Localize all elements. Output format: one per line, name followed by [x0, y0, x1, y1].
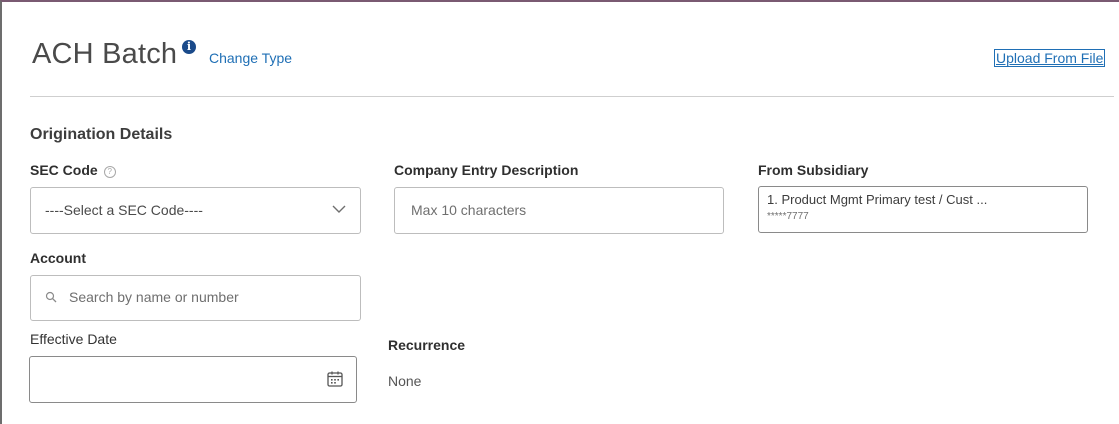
- account-search-placeholder: Search by name or number: [69, 289, 239, 305]
- from-subsidiary-label: From Subsidiary: [758, 162, 869, 178]
- sec-code-select[interactable]: ----Select a SEC Code----: [30, 187, 361, 234]
- effective-date-label: Effective Date: [30, 331, 117, 347]
- change-type-link[interactable]: Change Type: [209, 50, 292, 66]
- recurrence-label: Recurrence: [388, 337, 466, 353]
- from-subsidiary-account-mask: *****7777: [767, 211, 809, 222]
- section-title: Origination Details: [30, 126, 173, 143]
- company-entry-description-label: Company Entry Description: [394, 162, 579, 178]
- app-frame: ACH Batch i Change Type Upload From File…: [0, 0, 1119, 424]
- company-entry-description-input[interactable]: Max 10 characters: [394, 187, 724, 234]
- calendar-icon[interactable]: [326, 370, 344, 388]
- header-divider: [30, 96, 1114, 97]
- from-subsidiary-field[interactable]: 1. Product Mgmt Primary test / Cust ... …: [758, 186, 1088, 233]
- account-label: Account: [30, 250, 86, 266]
- company-entry-description-placeholder: Max 10 characters: [411, 202, 527, 218]
- sec-code-label: SEC Code?: [30, 162, 116, 178]
- effective-date-input[interactable]: [29, 356, 357, 403]
- page-title: ACH Batch: [32, 38, 178, 70]
- chevron-down-icon: [332, 205, 346, 213]
- account-search-input[interactable]: Search by name or number: [30, 275, 361, 321]
- sec-code-selected-value: ----Select a SEC Code----: [45, 202, 203, 218]
- sec-code-label-text: SEC Code: [30, 162, 98, 178]
- search-icon: [45, 291, 57, 303]
- from-subsidiary-name: 1. Product Mgmt Primary test / Cust ...: [767, 192, 988, 207]
- recurrence-value: None: [388, 373, 422, 389]
- upload-from-file-link[interactable]: Upload From File: [993, 49, 1106, 67]
- info-icon[interactable]: i: [182, 40, 196, 54]
- question-circle-icon[interactable]: ?: [103, 166, 116, 178]
